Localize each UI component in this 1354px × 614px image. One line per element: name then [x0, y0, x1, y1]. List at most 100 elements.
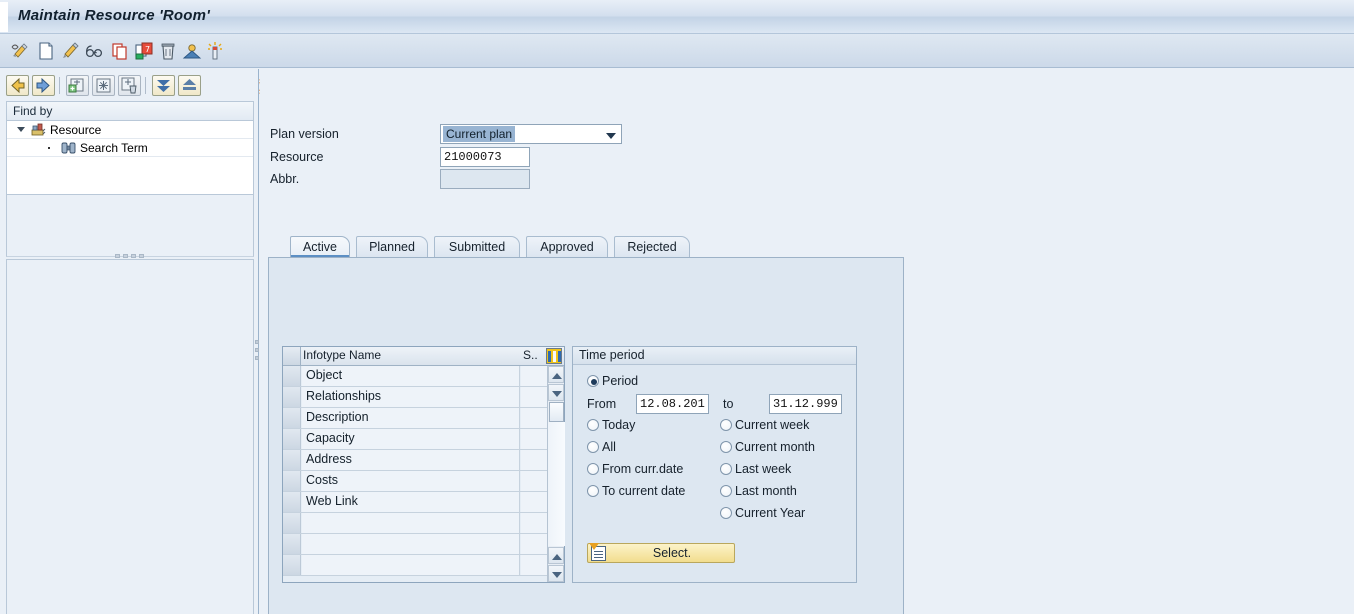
row-selector[interactable]: [283, 450, 301, 470]
row-selector[interactable]: [283, 534, 301, 554]
tree-bullet-icon: [48, 147, 50, 149]
row-selector[interactable]: [283, 513, 301, 533]
create-icon[interactable]: [36, 41, 56, 61]
table-row[interactable]: [283, 534, 564, 555]
table-row[interactable]: Costs: [283, 471, 564, 492]
nav-back-button[interactable]: [6, 75, 29, 96]
tree-node-search-term[interactable]: Search Term: [7, 139, 253, 157]
table-row[interactable]: Web Link: [283, 492, 564, 513]
delete-node-button[interactable]: [118, 75, 141, 96]
scroll-down-button[interactable]: [548, 384, 564, 401]
add-node-button[interactable]: [66, 75, 89, 96]
cell-infotype-name[interactable]: [302, 534, 520, 554]
person-icon[interactable]: [182, 41, 202, 61]
tab-active[interactable]: Active: [290, 236, 350, 258]
row-selector[interactable]: [283, 492, 301, 512]
cell-infotype-name[interactable]: [302, 555, 520, 575]
delete-icon[interactable]: [158, 41, 178, 61]
tab-planned[interactable]: Planned: [356, 236, 428, 258]
refresh-node-button[interactable]: [92, 75, 115, 96]
scroll-page-up-button[interactable]: [548, 547, 564, 564]
row-selector[interactable]: [283, 408, 301, 428]
scrollbar-track[interactable]: [548, 422, 565, 546]
tab-submitted[interactable]: Submitted: [434, 236, 520, 258]
sidebar-nav-toolbar: [6, 73, 254, 99]
cell-infotype-name[interactable]: Description: [302, 408, 520, 428]
highlight-icon[interactable]: [205, 41, 225, 61]
period-from-input[interactable]: [636, 394, 709, 414]
table-vertical-scrollbar[interactable]: [547, 366, 565, 582]
radio-indicator: [587, 485, 599, 497]
plan-version-label: Plan version: [270, 127, 339, 141]
radio-indicator: [720, 463, 732, 475]
binoculars-icon: [61, 141, 76, 160]
row-selector[interactable]: [283, 429, 301, 449]
main-content: Plan version Current plan Resource Abbr.…: [260, 69, 1354, 614]
display-glasses-icon[interactable]: [84, 41, 104, 61]
row-selector[interactable]: [283, 387, 301, 407]
title-bar: Maintain Resource 'Room': [0, 0, 1354, 34]
copy-icon[interactable]: [110, 41, 130, 61]
row-selector[interactable]: [283, 471, 301, 491]
cell-infotype-name[interactable]: Relationships: [302, 387, 520, 407]
svg-text:7: 7: [145, 45, 150, 54]
to-label: to: [723, 397, 734, 411]
delimit-icon[interactable]: 7: [134, 41, 154, 61]
table-row[interactable]: Address: [283, 450, 564, 471]
tab-approved-label: Approved: [540, 240, 594, 254]
scroll-page-down-button[interactable]: [548, 565, 564, 582]
cell-infotype-name[interactable]: Address: [302, 450, 520, 470]
plan-version-row: Plan version Current plan: [260, 124, 880, 144]
tab-approved[interactable]: Approved: [526, 236, 608, 258]
plan-version-select[interactable]: Current plan: [440, 124, 622, 144]
tree-node-resource[interactable]: Resource: [7, 121, 253, 139]
column-header-status[interactable]: S..: [523, 348, 538, 362]
resource-input[interactable]: [440, 147, 530, 167]
radio-indicator: [720, 441, 732, 453]
select-all-cell[interactable]: [283, 347, 301, 365]
column-header-infotype-name[interactable]: Infotype Name: [303, 348, 381, 362]
edit-icon[interactable]: [60, 41, 80, 61]
collapse-all-button[interactable]: [178, 75, 201, 96]
table-row[interactable]: [283, 555, 564, 576]
abbr-label: Abbr.: [270, 172, 300, 186]
chevron-down-icon[interactable]: [606, 133, 616, 139]
select-icon: [589, 543, 606, 561]
select-button-label: Select.: [652, 546, 692, 560]
expand-all-button[interactable]: [152, 75, 175, 96]
row-selector[interactable]: [283, 366, 301, 386]
table-row[interactable]: Object: [283, 366, 564, 387]
scroll-up-button[interactable]: [548, 366, 564, 383]
cell-infotype-name[interactable]: Costs: [302, 471, 520, 491]
page-title: Maintain Resource 'Room': [18, 7, 210, 24]
radio-last-week-label: Last week: [735, 462, 792, 476]
tab-submitted-label: Submitted: [448, 240, 506, 254]
radio-indicator: [587, 419, 599, 431]
cell-infotype-name[interactable]: Object: [302, 366, 520, 386]
period-to-input[interactable]: [769, 394, 842, 414]
nav-forward-button[interactable]: [32, 75, 55, 96]
tab-rejected[interactable]: Rejected: [614, 236, 690, 258]
table-settings-icon[interactable]: [546, 348, 562, 364]
radio-indicator: [720, 419, 732, 431]
table-row[interactable]: Description: [283, 408, 564, 429]
resource-row: Resource: [260, 147, 880, 167]
radio-to-current-date-label: To current date: [602, 484, 686, 498]
cell-infotype-name[interactable]: [302, 513, 520, 533]
cell-infotype-name[interactable]: Web Link: [302, 492, 520, 512]
radio-all-label: All: [602, 440, 616, 454]
row-selector[interactable]: [283, 555, 301, 575]
abbr-input[interactable]: [440, 169, 530, 189]
scrollbar-thumb[interactable]: [549, 402, 564, 422]
table-row[interactable]: [283, 513, 564, 534]
cell-infotype-name[interactable]: Capacity: [302, 429, 520, 449]
chevron-down-icon[interactable]: [17, 127, 25, 132]
display-change-icon[interactable]: [10, 41, 30, 61]
sap-gui-window: Maintain Resource 'Room' 7 Find by Resou…: [0, 0, 1354, 614]
table-row[interactable]: Relationships: [283, 387, 564, 408]
tab-rejected-label: Rejected: [627, 240, 677, 254]
sidebar-splitter[interactable]: [6, 195, 254, 258]
select-button[interactable]: Select.: [587, 543, 735, 563]
table-row[interactable]: Capacity: [283, 429, 564, 450]
plan-version-value: Current plan: [443, 126, 516, 142]
